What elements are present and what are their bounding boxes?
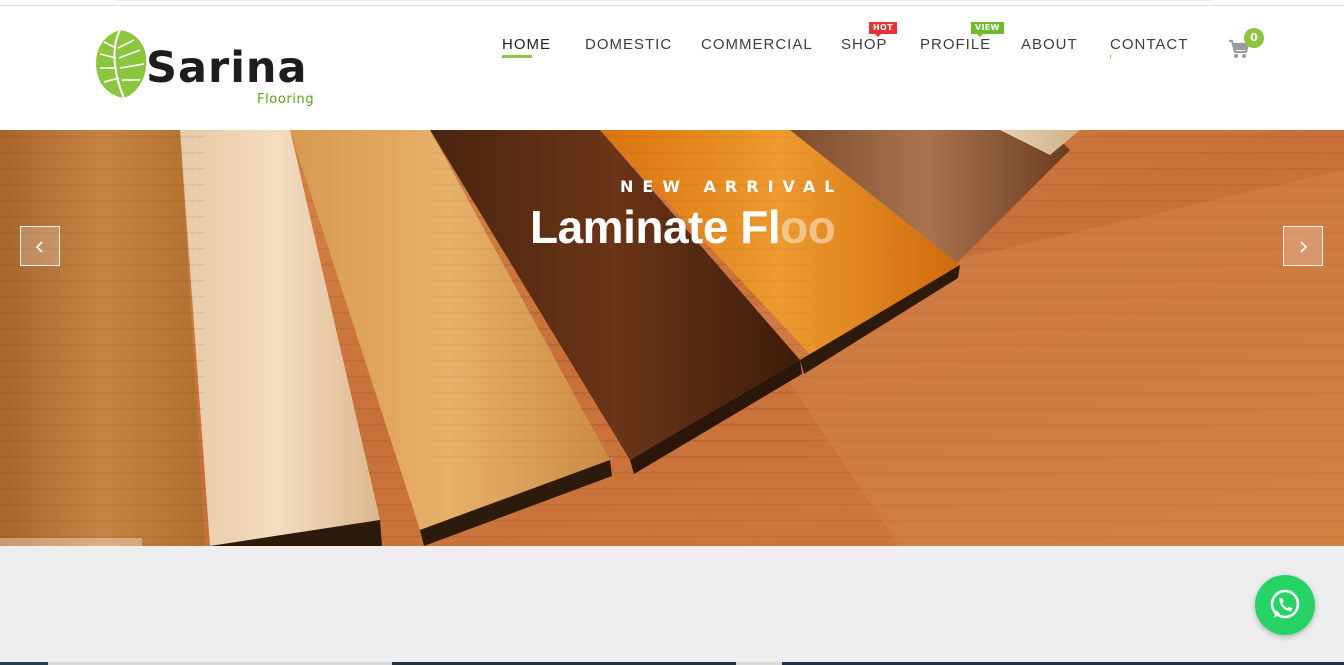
chevron-left-icon: [35, 241, 43, 253]
nav-item-label: ABOUT: [1021, 36, 1078, 53]
hero-title-fading: oo: [780, 201, 836, 253]
nav-item-about[interactable]: ABOUT: [1021, 36, 1078, 66]
whatsapp-icon: [1270, 589, 1300, 619]
active-underline: [502, 55, 532, 58]
slide-progress-bar: [0, 538, 142, 546]
slider-prev-button[interactable]: [20, 226, 60, 266]
nav-item-domestic[interactable]: DOMESTIC: [585, 36, 672, 66]
nav-item-shop[interactable]: HOT SHOP: [841, 22, 897, 66]
nav-item-label: HOME: [502, 36, 551, 53]
hero-title-visible: Laminate Fl: [530, 201, 781, 253]
content-section: [0, 546, 1344, 665]
cart-count-badge: 0: [1244, 28, 1264, 48]
nav-item-commercial[interactable]: COMMERCIAL: [701, 36, 813, 66]
site-header: Sarina Flooring HOME DOMESTIC COMMERCIAL…: [0, 6, 1344, 130]
slider-next-button[interactable]: [1283, 226, 1323, 266]
chevron-right-icon: [1300, 241, 1308, 253]
nav-item-contact[interactable]: CONTACT: [1110, 36, 1188, 66]
hot-badge: HOT: [869, 22, 897, 37]
whatsapp-chat-button[interactable]: [1255, 575, 1315, 635]
nav-item-home[interactable]: HOME: [502, 36, 551, 66]
cart-button[interactable]: 0: [1228, 28, 1268, 66]
nav-item-label: CONTACT: [1110, 36, 1189, 53]
hero-slider: NEW ARRIVAL Laminate Floo: [0, 130, 1344, 546]
brand-tagline: Flooring: [257, 92, 315, 107]
nav-item-profile[interactable]: VIEW PROFILE: [920, 22, 1004, 66]
nav-item-label: COMMERCIAL: [701, 36, 813, 53]
brand-name: Sarina: [146, 43, 308, 93]
nav-item-label: PROFILE: [920, 36, 992, 53]
hero-eyebrow: NEW ARRIVAL: [620, 177, 844, 196]
nav-item-label: DOMESTIC: [585, 36, 673, 53]
site-logo[interactable]: Sarina Flooring: [90, 26, 330, 112]
hover-indicator: [1110, 55, 1111, 58]
leaf-logo-icon: [96, 29, 147, 99]
nav-item-label: SHOP: [841, 36, 888, 53]
view-badge: VIEW: [971, 22, 1004, 37]
hero-title: Laminate Floo: [530, 200, 836, 254]
